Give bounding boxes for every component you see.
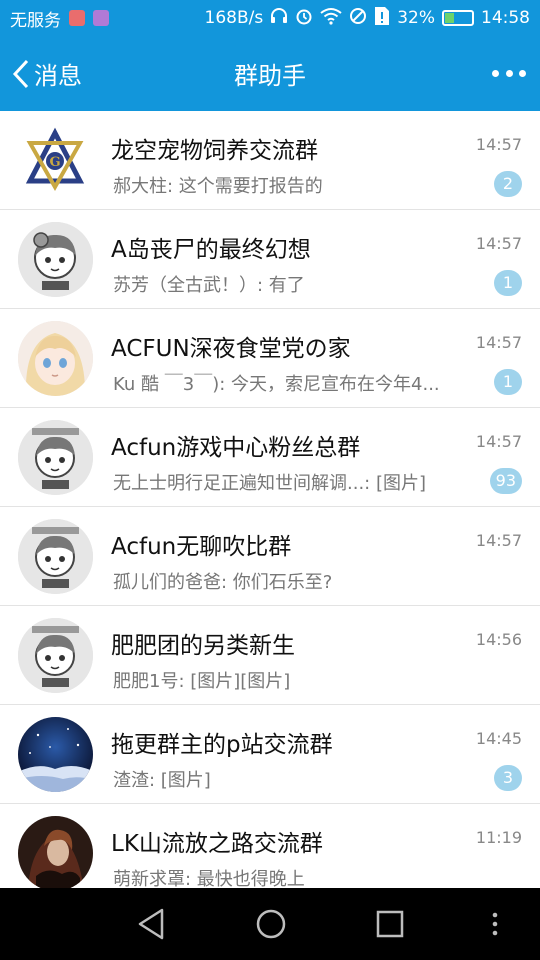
status-left: 无服务 xyxy=(10,6,109,31)
group-name: 肥肥团的另类新生 xyxy=(111,633,295,659)
unread-badge: 3 xyxy=(494,765,522,791)
unread-badge: 1 xyxy=(494,270,522,296)
last-message: 孤儿们的爸爸: 你们石乐至? xyxy=(113,572,333,593)
message-time: 14:57 xyxy=(475,333,522,352)
compass-emblem-icon: G xyxy=(18,123,93,198)
notification-gallery-icon xyxy=(93,10,109,26)
message-time: 14:57 xyxy=(475,432,522,451)
battery-icon xyxy=(442,10,474,26)
notification-app-icon xyxy=(69,10,85,26)
last-message: 肥肥1号: [图片][图片] xyxy=(113,671,291,692)
list-item[interactable]: Acfun游戏中心粉丝总群 14:57 无上士明行足正遍知世间解调...: [图… xyxy=(0,408,540,507)
list-item[interactable]: Acfun无聊吹比群 14:57 孤儿们的爸爸: 你们石乐至? xyxy=(0,507,540,606)
anime-girl-avatar xyxy=(18,618,93,693)
back-triangle-icon[interactable] xyxy=(134,906,168,946)
anime-girl-avatar xyxy=(18,519,93,594)
message-time: 14:45 xyxy=(475,729,522,748)
network-speed: 168B/s xyxy=(204,8,264,28)
svg-text:G: G xyxy=(49,155,60,170)
more-options-icon[interactable] xyxy=(492,60,526,86)
system-navigation-bar xyxy=(0,888,540,960)
message-time: 14:57 xyxy=(475,234,522,253)
menu-dots-icon[interactable] xyxy=(485,906,505,946)
sim-warning-icon xyxy=(374,6,390,30)
battery-percent: 32% xyxy=(397,8,435,28)
group-name: 拖更群主的p站交流群 xyxy=(111,732,333,758)
unread-badge: 2 xyxy=(494,171,522,197)
group-name: ACFUN深夜食堂党の家 xyxy=(111,336,351,362)
alarm-icon xyxy=(295,7,313,29)
last-message: 无上士明行足正遍知世间解调...: [图片] xyxy=(113,473,426,494)
status-right: 168B/s 32% 14:58 xyxy=(204,6,530,30)
status-bar: 无服务 168B/s 32% 14:58 xyxy=(0,0,540,36)
group-name: LK山流放之路交流群 xyxy=(111,831,323,857)
group-name: A岛丧尸的最终幻想 xyxy=(111,237,311,263)
last-message: Ku 酷 ￣3￣): 今天，索尼宣布在今年4... xyxy=(113,374,440,395)
night-sky-avatar xyxy=(18,717,93,792)
last-message: 苏芳（全古武！）: 有了 xyxy=(113,275,305,296)
no-sim-icon xyxy=(349,7,367,29)
message-time: 14:57 xyxy=(475,531,522,550)
list-item[interactable]: ACFUN深夜食堂党の家 14:57 Ku 酷 ￣3￣): 今天，索尼宣布在今年… xyxy=(0,309,540,408)
list-item[interactable]: 肥肥团的另类新生 14:56 肥肥1号: [图片][图片] xyxy=(0,606,540,705)
carrier-text: 无服务 xyxy=(10,10,61,31)
wifi-icon xyxy=(320,7,342,29)
blonde-girl-avatar xyxy=(18,321,93,396)
anime-girl-avatar xyxy=(18,222,93,297)
last-message: 渣渣: [图片] xyxy=(113,770,211,791)
dark-figure-avatar xyxy=(18,816,93,888)
last-message: 萌新求罩: 最快也得晚上 xyxy=(113,869,305,888)
clock-time: 14:58 xyxy=(481,8,530,28)
last-message: 郝大柱: 这个需要打报告的 xyxy=(113,176,323,197)
message-time: 14:57 xyxy=(475,135,522,154)
recents-square-icon[interactable] xyxy=(373,906,407,946)
title-bar: 消息 群助手 xyxy=(0,36,540,111)
group-name: Acfun无聊吹比群 xyxy=(111,534,292,560)
group-name: 龙空宠物饲养交流群 xyxy=(111,138,318,164)
message-time: 11:19 xyxy=(475,828,522,847)
unread-badge: 93 xyxy=(489,468,522,494)
list-item[interactable]: A岛丧尸的最终幻想 14:57 苏芳（全古武！）: 有了 1 xyxy=(0,210,540,309)
page-title: 群助手 xyxy=(234,62,306,90)
list-item[interactable]: 拖更群主的p站交流群 14:45 渣渣: [图片] 3 xyxy=(0,705,540,804)
unread-badge: 1 xyxy=(494,369,522,395)
anime-girl-avatar xyxy=(18,420,93,495)
conversation-list: G 龙空宠物饲养交流群 14:57 郝大柱: 这个需要打报告的 2 A岛丧尸的最… xyxy=(0,111,540,888)
home-circle-icon[interactable] xyxy=(253,906,289,946)
message-time: 14:56 xyxy=(475,630,522,649)
list-item[interactable]: LK山流放之路交流群 11:19 萌新求罩: 最快也得晚上 xyxy=(0,804,540,888)
list-item[interactable]: G 龙空宠物饲养交流群 14:57 郝大柱: 这个需要打报告的 2 xyxy=(0,111,540,210)
group-name: Acfun游戏中心粉丝总群 xyxy=(111,435,361,461)
headphones-icon xyxy=(270,7,288,29)
